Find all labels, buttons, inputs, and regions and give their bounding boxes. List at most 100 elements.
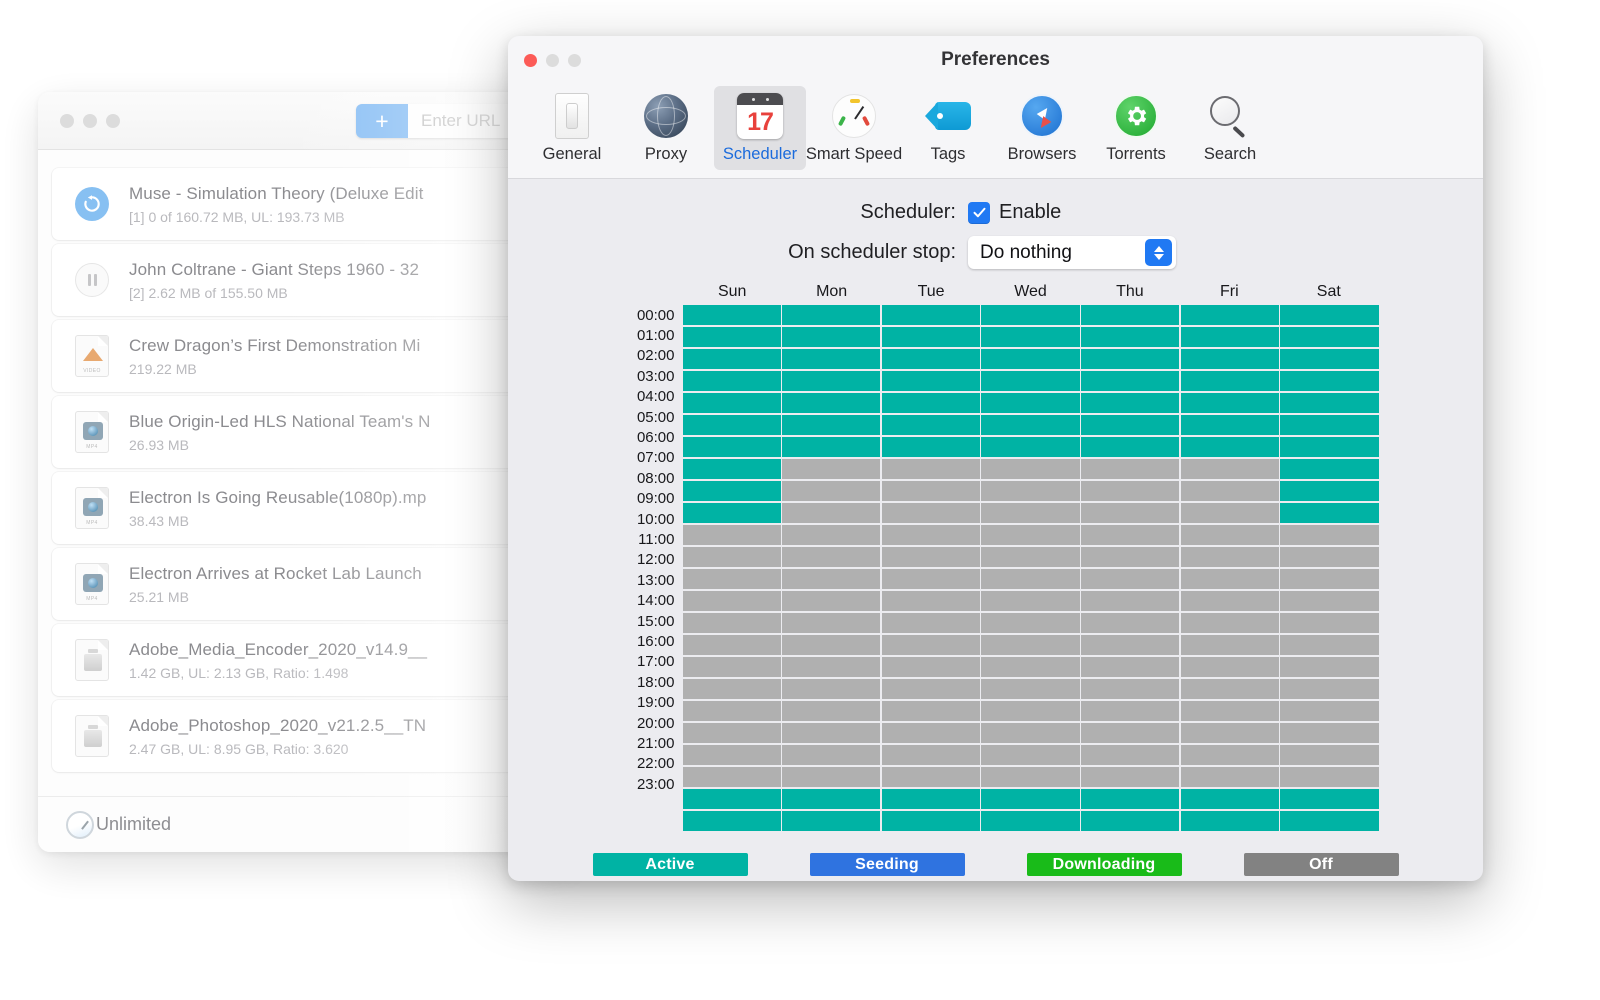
schedule-cell[interactable] xyxy=(881,590,980,612)
schedule-cell[interactable] xyxy=(682,810,781,832)
schedule-cell[interactable] xyxy=(881,546,980,568)
schedule-cell[interactable] xyxy=(881,722,980,744)
schedule-cell[interactable] xyxy=(1180,326,1279,348)
schedule-cell[interactable] xyxy=(1180,678,1279,700)
schedule-cell[interactable] xyxy=(881,436,980,458)
schedule-cell[interactable] xyxy=(1280,656,1379,678)
schedule-cell[interactable] xyxy=(981,458,1080,480)
schedule-cell[interactable] xyxy=(881,370,980,392)
schedule-cell[interactable] xyxy=(1280,524,1379,546)
schedule-cell[interactable] xyxy=(981,305,1080,326)
list-item[interactable]: MP4 Blue Origin-Led HLS National Team's … xyxy=(52,396,554,468)
tab-search[interactable]: Search xyxy=(1184,86,1276,170)
schedule-cell[interactable] xyxy=(1280,590,1379,612)
schedule-cell[interactable] xyxy=(682,392,781,414)
tab-smart-speed[interactable]: Smart Speed xyxy=(806,86,902,170)
schedule-cell[interactable] xyxy=(1280,392,1379,414)
schedule-cell[interactable] xyxy=(1280,568,1379,590)
list-item[interactable]: Adobe_Media_Encoder_2020_v14.9__ 1.42 GB… xyxy=(52,624,554,696)
schedule-cell[interactable] xyxy=(1081,700,1180,722)
schedule-cell[interactable] xyxy=(1180,656,1279,678)
enable-checkbox[interactable] xyxy=(968,201,990,224)
tab-scheduler[interactable]: 17 Scheduler xyxy=(714,86,806,170)
schedule-cell[interactable] xyxy=(1180,524,1279,546)
maximize-button[interactable] xyxy=(568,54,581,67)
legend-active-button[interactable]: Active xyxy=(592,853,748,877)
schedule-cell[interactable] xyxy=(682,744,781,766)
schedule-cell[interactable] xyxy=(981,744,1080,766)
schedule-cell[interactable] xyxy=(881,502,980,524)
schedule-cell[interactable] xyxy=(1081,766,1180,788)
list-item[interactable]: MP4 Electron Is Going Reusable(1080p).mp… xyxy=(52,472,554,544)
schedule-cell[interactable] xyxy=(782,546,881,568)
schedule-cell[interactable] xyxy=(881,634,980,656)
schedule-cell[interactable] xyxy=(1081,392,1180,414)
schedule-cell[interactable] xyxy=(782,700,881,722)
schedule-cell[interactable] xyxy=(881,612,980,634)
schedule-cell[interactable] xyxy=(981,436,1080,458)
schedule-cell[interactable] xyxy=(881,524,980,546)
enable-label[interactable]: Enable xyxy=(999,201,1061,224)
schedule-cell[interactable] xyxy=(981,568,1080,590)
schedule-cell[interactable] xyxy=(1180,744,1279,766)
schedule-cell[interactable] xyxy=(1081,810,1180,832)
tab-browsers[interactable]: Browsers xyxy=(996,86,1088,170)
schedule-cell[interactable] xyxy=(1280,700,1379,722)
download-manager-window[interactable]: + Enter URL Muse - Simulation Theory (De… xyxy=(38,92,568,852)
schedule-cell[interactable] xyxy=(782,722,881,744)
schedule-cell[interactable] xyxy=(881,414,980,436)
schedule-cell[interactable] xyxy=(1081,546,1180,568)
legend-seeding-button[interactable]: Seeding xyxy=(809,853,965,877)
schedule-cell[interactable] xyxy=(782,590,881,612)
schedule-cell[interactable] xyxy=(682,546,781,568)
schedule-cell[interactable] xyxy=(682,326,781,348)
schedule-cell[interactable] xyxy=(782,436,881,458)
schedule-cell[interactable] xyxy=(981,326,1080,348)
schedule-cell[interactable] xyxy=(682,458,781,480)
speed-gauge-icon[interactable] xyxy=(66,810,94,839)
schedule-cell[interactable] xyxy=(881,305,980,326)
schedule-cell[interactable] xyxy=(1280,305,1379,326)
schedule-cell[interactable] xyxy=(782,678,881,700)
schedule-cell[interactable] xyxy=(881,700,980,722)
schedule-cell[interactable] xyxy=(881,568,980,590)
schedule-cell[interactable] xyxy=(1081,744,1180,766)
schedule-cell[interactable] xyxy=(1180,568,1279,590)
schedule-cell[interactable] xyxy=(782,568,881,590)
schedule-cell[interactable] xyxy=(881,458,980,480)
schedule-cell[interactable] xyxy=(1280,502,1379,524)
schedule-cell[interactable] xyxy=(1081,326,1180,348)
schedule-cell[interactable] xyxy=(1280,678,1379,700)
schedule-cell[interactable] xyxy=(881,326,980,348)
schedule-cell[interactable] xyxy=(981,766,1080,788)
add-download-button[interactable]: + xyxy=(356,104,408,138)
schedule-cell[interactable] xyxy=(981,590,1080,612)
schedule-cell[interactable] xyxy=(1280,788,1379,810)
schedule-cell[interactable] xyxy=(981,722,1080,744)
schedule-cell[interactable] xyxy=(881,744,980,766)
schedule-cell[interactable] xyxy=(981,810,1080,832)
schedule-cell[interactable] xyxy=(1280,480,1379,502)
maximize-button[interactable] xyxy=(106,113,120,128)
schedule-cell[interactable] xyxy=(1280,458,1379,480)
schedule-cell[interactable] xyxy=(1280,634,1379,656)
schedule-cell[interactable] xyxy=(1081,480,1180,502)
minimize-button[interactable] xyxy=(83,113,97,128)
schedule-cell[interactable] xyxy=(1180,766,1279,788)
schedule-cell[interactable] xyxy=(682,502,781,524)
schedule-cell[interactable] xyxy=(1180,392,1279,414)
list-item[interactable]: Muse - Simulation Theory (Deluxe Edit [1… xyxy=(52,168,554,240)
schedule-cell[interactable] xyxy=(1280,436,1379,458)
schedule-cell[interactable] xyxy=(981,370,1080,392)
schedule-cell[interactable] xyxy=(881,788,980,810)
schedule-cell[interactable] xyxy=(881,810,980,832)
schedule-cell[interactable] xyxy=(1081,305,1180,326)
schedule-cell[interactable] xyxy=(1081,612,1180,634)
list-item[interactable]: MP4 Electron Arrives at Rocket Lab Launc… xyxy=(52,548,554,620)
schedule-cell[interactable] xyxy=(682,305,781,326)
schedule-cell[interactable] xyxy=(682,524,781,546)
schedule-cell[interactable] xyxy=(782,348,881,370)
schedule-cell[interactable] xyxy=(981,524,1080,546)
schedule-cell[interactable] xyxy=(1280,414,1379,436)
schedule-cell[interactable] xyxy=(1280,546,1379,568)
